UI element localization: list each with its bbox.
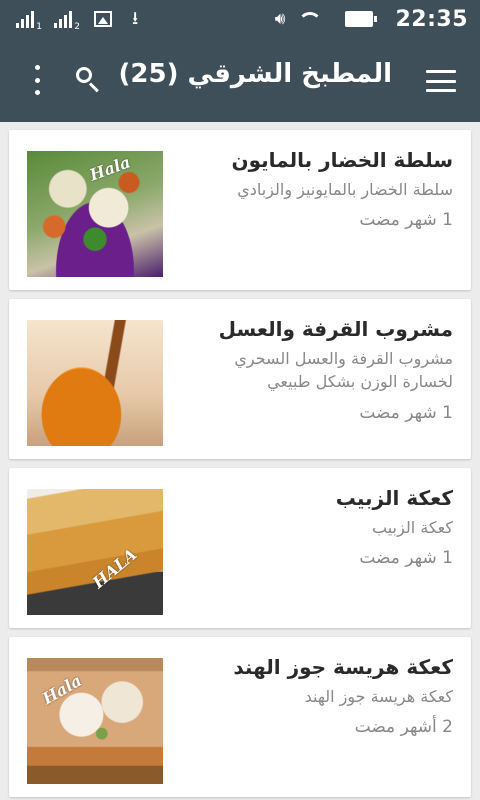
recipe-time: 1 شهر مضت: [359, 548, 453, 568]
wifi-icon: [299, 10, 322, 28]
recipe-thumbnail: Hala: [27, 658, 163, 784]
recipe-time: 1 شهر مضت: [359, 210, 453, 230]
recipe-card[interactable]: Hala سلطة الخضار بالمايون سلطة الخضار با…: [9, 130, 471, 290]
recipe-card[interactable]: HALA كعكة الزبيب كعكة الزبيب 1 شهر مضت: [9, 468, 471, 628]
search-icon[interactable]: [74, 65, 104, 95]
recipe-time: 2 أشهر مضت: [354, 717, 453, 737]
sim1-label: 1: [36, 22, 42, 32]
sim2-label: 2: [74, 22, 80, 32]
battery-icon: [345, 11, 378, 27]
recipe-card[interactable]: مشروب القرفة والعسل مشروب القرفة والعسل …: [9, 299, 471, 459]
watermark: Hala: [39, 670, 85, 709]
watermark: Hala: [87, 152, 133, 185]
recipe-title: كعكة الزبيب: [335, 486, 453, 510]
recipe-thumbnail: Hala: [27, 151, 163, 277]
recipe-title: كعكة هريسة جوز الهند: [233, 655, 453, 679]
signal-sim1-icon: 1: [16, 10, 42, 32]
usb-icon: ⭳: [132, 8, 139, 29]
status-left: 1 2 ⭳: [16, 8, 139, 32]
page-title: المطبخ الشرقي (25): [118, 59, 392, 89]
volume-icon: 🔊︎: [274, 9, 286, 29]
more-vert-icon[interactable]: [22, 65, 52, 95]
recipe-description: مشروب القرفة والعسل السحري لخسارة الوزن …: [234, 349, 453, 391]
recipe-description: كعكة هريسة جوز الهند: [304, 687, 453, 706]
status-right: 🔊︎ 22:35: [275, 4, 468, 34]
recipe-description: كعكة الزبيب: [372, 518, 453, 537]
signal-sim2-icon: 2: [54, 10, 80, 32]
recipe-time: 1 شهر مضت: [359, 403, 453, 423]
menu-icon[interactable]: [426, 70, 456, 92]
recipe-description: سلطة الخضار بالمايونيز والزبادي: [237, 180, 453, 199]
recipe-title: سلطة الخضار بالمايون: [231, 148, 453, 172]
recipe-card[interactable]: Hala كعكة هريسة جوز الهند كعكة هريسة جوز…: [9, 637, 471, 797]
watermark: HALA: [88, 544, 141, 593]
clock: 22:35: [395, 6, 468, 32]
gallery-notification-icon: [94, 11, 112, 27]
recipe-thumbnail: HALA: [27, 489, 163, 615]
status-bar: 1 2 ⭳ 🔊︎ 22:35: [0, 0, 480, 38]
recipe-thumbnail: [27, 320, 163, 446]
app-toolbar: المطبخ الشرقي (25): [0, 38, 480, 122]
recipe-title: مشروب القرفة والعسل: [218, 317, 453, 341]
